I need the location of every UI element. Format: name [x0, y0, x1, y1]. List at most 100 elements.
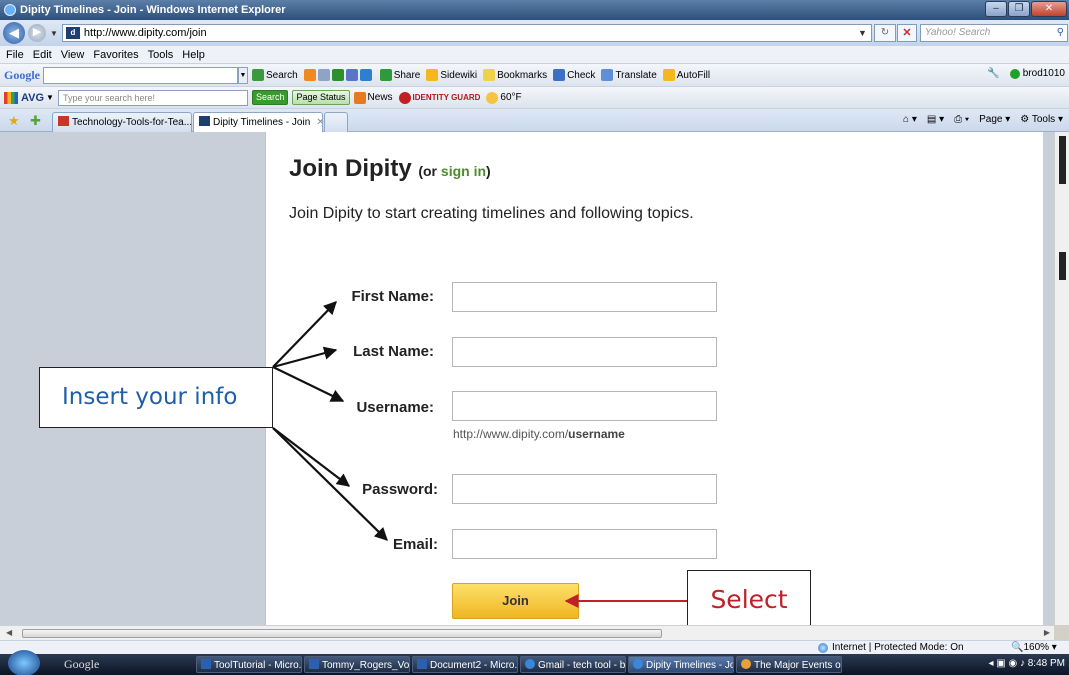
password-field[interactable] [452, 474, 717, 504]
or-signin: (or sign in) [418, 163, 490, 179]
join-button[interactable]: Join [452, 583, 579, 619]
last-name-field[interactable] [452, 337, 717, 367]
avg-search-button[interactable]: Search [251, 90, 289, 105]
password-label: Password: [362, 481, 438, 498]
check-button[interactable]: Check [553, 69, 595, 81]
menu-tools[interactable]: Tools [148, 49, 174, 61]
favorites-star-icon[interactable]: ★ [8, 113, 20, 129]
sign-in-link[interactable]: sign in [441, 163, 486, 179]
menu-view[interactable]: View [61, 49, 85, 61]
search-icon[interactable]: ⚲ [1057, 25, 1064, 41]
status-dot-icon [1009, 68, 1020, 79]
stop-icon[interactable]: ✕ [896, 24, 917, 42]
tray-icons[interactable]: ◂ ▣ ◉ ♪ [988, 658, 1025, 669]
email-field[interactable] [452, 529, 717, 559]
close-button[interactable]: ✕ [1031, 1, 1067, 17]
menu-file[interactable]: File [6, 49, 24, 61]
google-search-icon [252, 69, 264, 81]
address-bar: ◀ ▶ ▼ d http://www.dipity.com/join ▼ ↻ ✕… [0, 20, 1069, 46]
address-dropdown-icon[interactable]: ▼ [854, 28, 871, 38]
menu-edit[interactable]: Edit [33, 49, 52, 61]
task-label: Document2 - Micro... [430, 660, 518, 671]
username-field[interactable] [452, 391, 717, 421]
bookmarks-button[interactable]: Bookmarks [483, 69, 547, 81]
toolbar-icons[interactable] [303, 69, 374, 81]
share-button[interactable]: Share [379, 69, 421, 81]
page-menu[interactable]: Page ▾ [979, 114, 1010, 125]
green-square-icon [331, 69, 344, 81]
first-name-field[interactable] [452, 282, 717, 312]
vertical-scrollbar[interactable] [1054, 132, 1069, 625]
scroll-left-icon[interactable]: ◀ [6, 628, 12, 637]
scroll-thumb[interactable] [1059, 136, 1066, 184]
zoom-level: 160% [1023, 642, 1050, 653]
google-account[interactable]: 🔧 brod1010 [987, 68, 1065, 79]
task-major-events[interactable]: The Major Events of... [736, 656, 842, 673]
task-dipity[interactable]: Dipity Timelines - Jo... [628, 656, 734, 673]
task-document2[interactable]: Document2 - Micro... [412, 656, 518, 673]
tab-technology-tools[interactable]: Technology-Tools-for-Tea... [52, 112, 192, 132]
search-input[interactable]: Yahoo! Search ⚲ [919, 24, 1068, 42]
ie-icon [633, 659, 643, 669]
refresh-icon[interactable]: ↻ [873, 24, 896, 42]
wrench-icon[interactable]: 🔧 [987, 68, 999, 79]
google-search-input[interactable] [43, 66, 238, 84]
weather-button[interactable]: 60°F [486, 91, 522, 104]
page-subtitle: Join Dipity to start creating timelines … [289, 205, 694, 222]
autofill-button[interactable]: AutoFill [662, 69, 710, 81]
print-icon[interactable]: ⎙ ▾ [954, 114, 969, 125]
home-icon[interactable]: ⌂ ▾ [903, 114, 917, 125]
feeds-icon[interactable]: ▤ ▾ [927, 114, 944, 125]
zone-text: Internet | Protected Mode: On [832, 642, 964, 653]
google-user: brod1010 [1022, 68, 1065, 79]
horizontal-scroll-thumb[interactable] [22, 629, 662, 638]
google-search-dropdown-icon[interactable]: ▼ [238, 66, 248, 84]
username-label: Username: [356, 399, 434, 416]
tab-label: Dipity Timelines - Join [213, 117, 311, 128]
google-toolbar: Google ▼ Search Share Sidewiki Bookmarks… [0, 64, 1069, 87]
minimize-button[interactable]: – [985, 1, 1007, 17]
address-input[interactable]: d http://www.dipity.com/join ▼ [61, 24, 872, 42]
google-search-label: Search [266, 69, 298, 81]
weather-label: 60°F [500, 92, 522, 103]
identity-guard-button[interactable]: IDENTITY GUARD [398, 91, 481, 104]
word-icon [309, 659, 319, 669]
zoom-control[interactable]: 🔍160% ▾ [1011, 642, 1057, 653]
forward-button[interactable]: ▶ [28, 24, 46, 42]
start-button[interactable] [8, 649, 40, 675]
google-search-button[interactable]: Search [252, 69, 298, 81]
avg-search-input[interactable]: Type your search here! [57, 89, 248, 106]
tab-label: Technology-Tools-for-Tea... [72, 117, 192, 128]
tab-dipity-join[interactable]: Dipity Timelines - Join ✕ [193, 112, 323, 132]
menu-help[interactable]: Help [182, 49, 205, 61]
identity-guard-label: IDENTITY GUARD [412, 93, 481, 102]
news-label: News [367, 92, 393, 103]
close-tab-icon[interactable]: ✕ [316, 117, 322, 128]
add-favorites-icon[interactable]: ✚ [30, 113, 41, 129]
task-gmail[interactable]: Gmail - tech tool - b... [520, 656, 626, 673]
translate-button[interactable]: Translate [601, 69, 657, 81]
sidewiki-button[interactable]: Sidewiki [426, 69, 477, 81]
clock[interactable]: 8:48 PM [1028, 658, 1065, 669]
scroll-right-icon[interactable]: ▶ [1044, 628, 1050, 637]
scroll-marker [1059, 252, 1066, 280]
security-zone: Internet | Protected Mode: On [818, 642, 964, 653]
task-tommy-rogers[interactable]: Tommy_Rogers_Voi... [304, 656, 410, 673]
ie-icon [525, 659, 535, 669]
back-button[interactable]: ◀ [3, 22, 25, 44]
menu-favorites[interactable]: Favorites [93, 49, 138, 61]
new-tab-button[interactable] [324, 112, 348, 132]
pencil-icon [426, 69, 439, 81]
horizontal-scrollbar[interactable]: ◀ ▶ [0, 625, 1054, 640]
avg-menu-icon[interactable]: ▼ [46, 93, 54, 102]
task-tooltutorial[interactable]: ToolTutorial - Micro... [196, 656, 302, 673]
taskbar-google-search[interactable]: Google [64, 657, 99, 672]
maximize-button[interactable]: ❐ [1008, 1, 1030, 17]
hat-icon [345, 69, 358, 81]
task-label: Dipity Timelines - Jo... [646, 660, 733, 671]
share-label: Share [393, 69, 421, 81]
page-status-button[interactable]: Page Status [292, 90, 350, 105]
history-dropdown-icon[interactable]: ▼ [50, 29, 58, 38]
news-button[interactable]: News [353, 91, 393, 104]
tools-menu[interactable]: ⚙ Tools ▾ [1020, 114, 1063, 125]
